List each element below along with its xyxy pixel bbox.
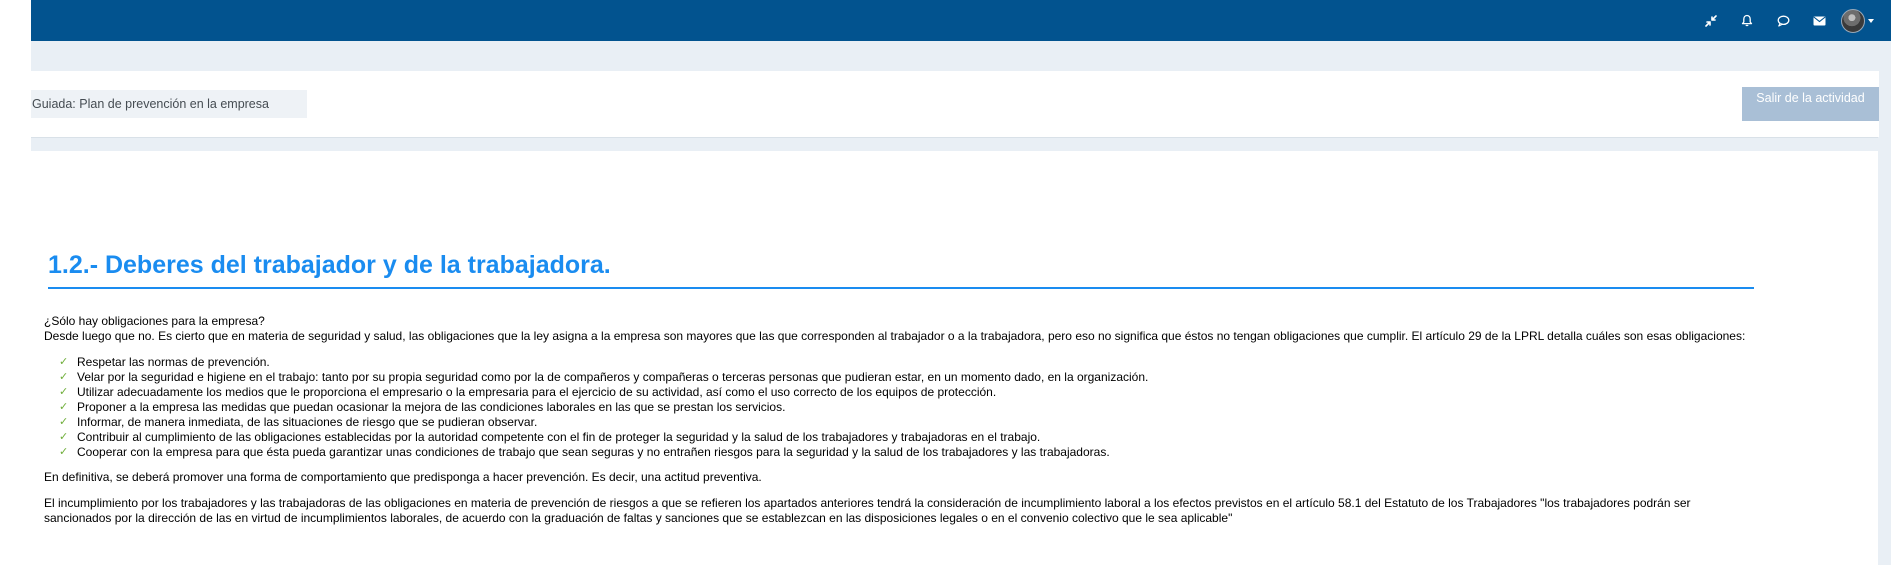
- section-body: ¿Sólo hay obligaciones para la empresa? …: [44, 314, 1756, 526]
- check-icon: ✓: [59, 431, 69, 443]
- list-item: ✓ Contribuir al cumplimiento de las oblig…: [59, 430, 1756, 445]
- list-item-text: Velar por la seguridad e higiene en el t…: [77, 370, 1149, 384]
- list-item-text: Utilizar adecuadamente los medios que le…: [77, 385, 997, 399]
- activity-header: Guiada: Plan de prevención en la empresa…: [31, 71, 1879, 138]
- check-icon: ✓: [59, 416, 69, 428]
- user-menu[interactable]: [1837, 0, 1891, 41]
- duties-list: ✓ Respetar las normas de prevención. ✓ Vel…: [44, 355, 1756, 460]
- chat-icon[interactable]: [1765, 0, 1801, 41]
- intro-paragraph: Desde luego que no. Es cierto que en mat…: [44, 329, 1746, 343]
- avatar[interactable]: [1841, 8, 1865, 33]
- check-icon: ✓: [59, 386, 69, 398]
- sanctions-paragraph: El incumplimiento por los trabajadores y…: [44, 496, 1691, 525]
- page: Guiada: Plan de prevención en la empresa…: [0, 0, 1891, 565]
- bell-icon[interactable]: [1729, 0, 1765, 41]
- list-item: ✓ Cooperar con la empresa para que ésta p…: [59, 445, 1756, 460]
- check-icon: ✓: [59, 401, 69, 413]
- navbar-icons: [1693, 0, 1891, 41]
- top-navbar: [31, 0, 1891, 41]
- right-gutter: [1878, 137, 1891, 565]
- check-icon: ✓: [59, 371, 69, 383]
- section-heading: 1.2.- Deberes del trabajador y de la tra…: [48, 251, 611, 279]
- chevron-down-icon: [1868, 18, 1874, 23]
- list-item: ✓ Proponer a la empresa las medidas que p…: [59, 400, 1756, 415]
- list-item: ✓ Utilizar adecuadamente los medios que l…: [59, 385, 1756, 400]
- list-item-text: Respetar las normas de prevención.: [77, 355, 270, 369]
- list-item-text: Contribuir al cumplimiento de las obliga…: [77, 430, 1041, 444]
- intro-question: ¿Sólo hay obligaciones para la empresa?: [44, 314, 265, 328]
- compress-icon[interactable]: [1693, 0, 1729, 41]
- list-item: ✓ Respetar las normas de prevención.: [59, 355, 1756, 370]
- conclusion-paragraph: En definitiva, se deberá promover una fo…: [44, 470, 762, 484]
- check-icon: ✓: [59, 446, 69, 458]
- activity-title: Guiada: Plan de prevención en la empresa: [31, 90, 307, 118]
- list-item-text: Cooperar con la empresa para que ésta pu…: [77, 445, 1110, 459]
- envelope-icon[interactable]: [1801, 0, 1837, 41]
- exit-activity-button[interactable]: Salir de la actividad: [1742, 87, 1879, 121]
- left-margin: [0, 0, 31, 565]
- list-item-text: Informar, de manera inmediata, de las si…: [77, 415, 538, 429]
- list-item-text: Proponer a la empresa las medidas que pu…: [77, 400, 786, 414]
- list-item: ✓ Informar, de manera inmediata, de las s…: [59, 415, 1756, 430]
- check-icon: ✓: [59, 356, 69, 368]
- heading-divider: [48, 287, 1754, 289]
- list-item: ✓ Velar por la seguridad e higiene en el …: [59, 370, 1756, 385]
